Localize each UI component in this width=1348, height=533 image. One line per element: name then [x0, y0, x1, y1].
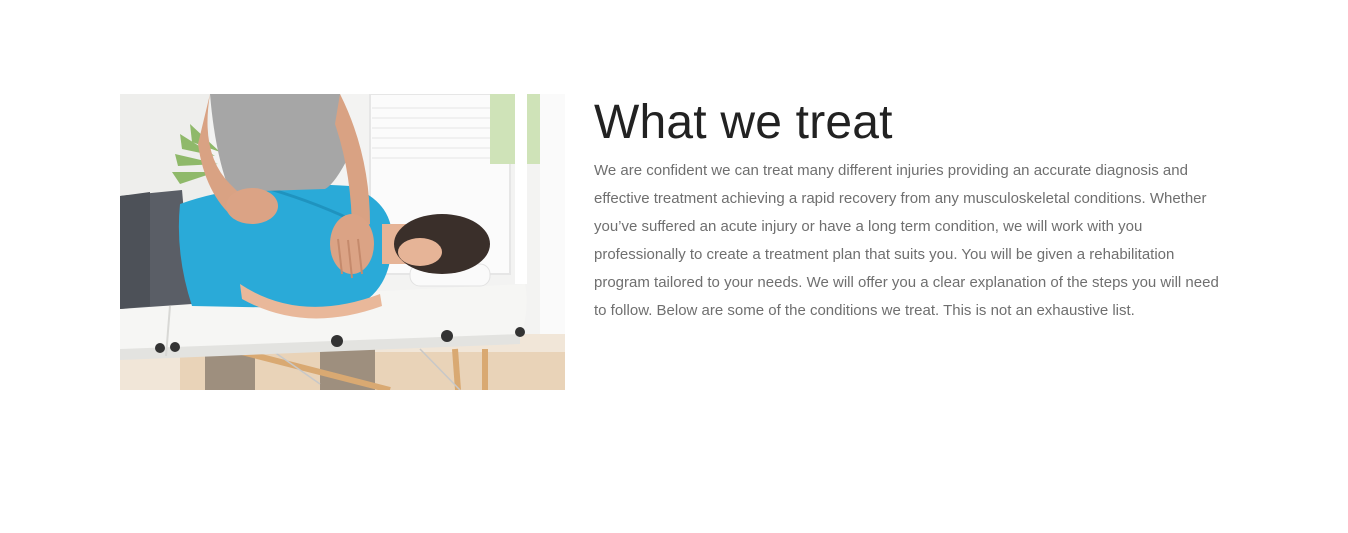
section-heading: What we treat [594, 96, 893, 149]
content-column: What we treat We are confident we can tr… [594, 94, 1234, 325]
section-description: We are confident we can treat many diffe… [594, 162, 1219, 319]
physiotherapy-photo [120, 94, 565, 390]
what-we-treat-section: What we treat We are confident we can tr… [0, 0, 1348, 533]
